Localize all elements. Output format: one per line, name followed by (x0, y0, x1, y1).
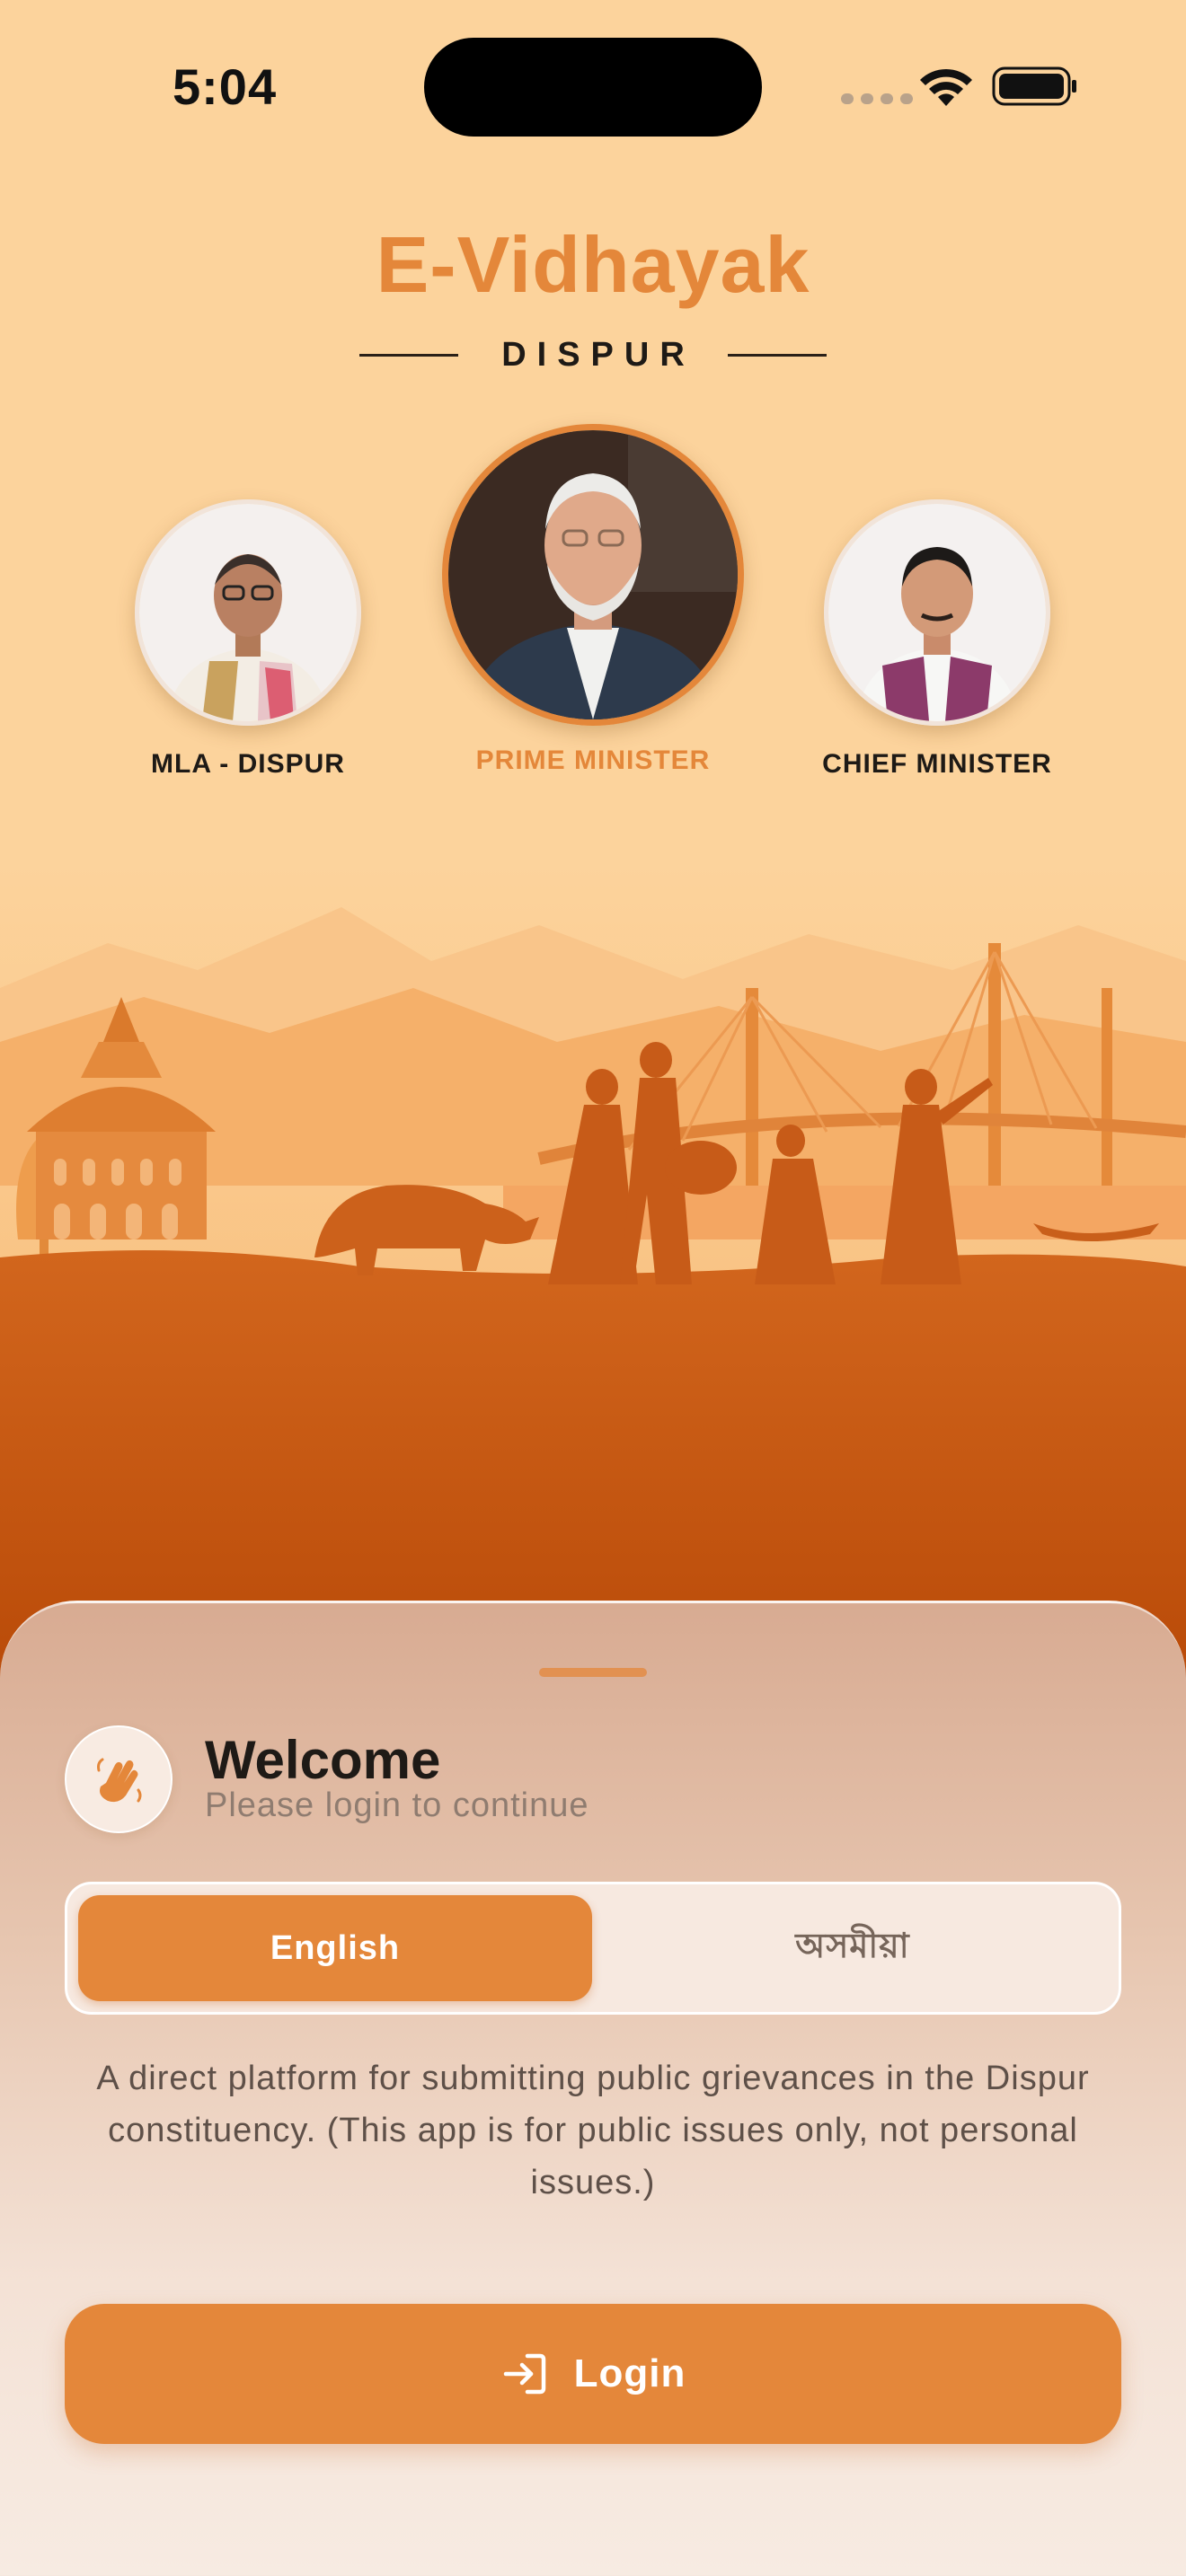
leader-cm-avatar (824, 499, 1050, 726)
sheet-handle[interactable] (539, 1668, 647, 1677)
waving-hand-icon (97, 1758, 142, 1803)
language-option-english[interactable]: English (78, 1895, 592, 2001)
login-sheet: Welcome Please login to continue English… (0, 1601, 1186, 2576)
leader-cm-label: CHIEF MINISTER (822, 749, 1052, 779)
constituency-name: DISPUR (501, 336, 695, 374)
assam-landscape-illustration (0, 862, 1186, 1689)
login-screen: 5:04 E-Vidhayak DISPUR MLA - DISPUR PRIM… (0, 0, 1186, 2576)
login-button-label: Login (573, 2351, 686, 2395)
welcome-subtitle: Please login to continue (205, 1786, 589, 1824)
divider-right (727, 354, 827, 357)
login-button[interactable]: Login (65, 2304, 1121, 2444)
leader-pm-label: PRIME MINISTER (475, 745, 711, 775)
leader-mla-avatar (135, 499, 361, 726)
leader-pm-avatar (442, 424, 744, 726)
app-title: E-Vidhayak (376, 220, 810, 309)
leader-prime-minister[interactable]: PRIME MINISTER (413, 424, 773, 776)
leader-mla-label: MLA - DISPUR (151, 749, 345, 779)
welcome-title: Welcome (205, 1730, 441, 1790)
app-description: A direct platform for submitting public … (96, 2060, 1090, 2201)
dynamic-island (424, 38, 762, 137)
signal-icon (841, 93, 913, 104)
battery-icon (992, 66, 1076, 106)
status-time: 5:04 (173, 58, 278, 115)
leader-mla[interactable]: MLA - DISPUR (113, 499, 383, 780)
language-toggle: English অসমীয়া (65, 1882, 1121, 2015)
divider-left (359, 354, 459, 357)
wifi-icon (920, 68, 972, 106)
constituency-row: DISPUR (0, 336, 1186, 375)
language-option-assamese[interactable]: অসমীয়া (596, 1895, 1110, 2001)
leader-chief-minister[interactable]: CHIEF MINISTER (802, 499, 1072, 780)
welcome-badge (65, 1725, 173, 1833)
login-icon (503, 2353, 545, 2395)
